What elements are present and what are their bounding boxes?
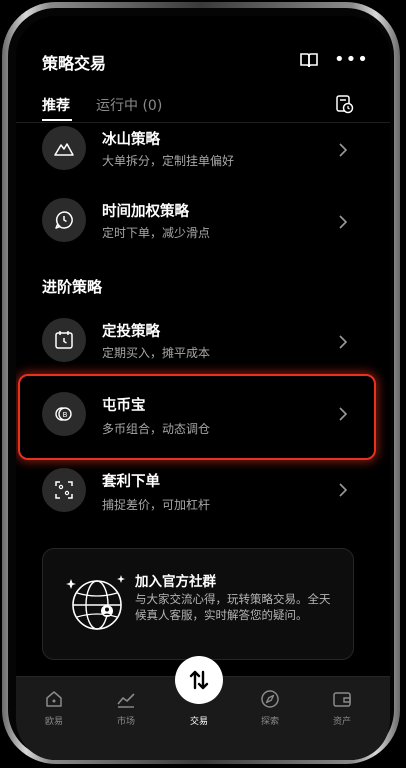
scan-icon	[42, 468, 86, 512]
strategy-twap[interactable]: 时间加权策略 定时下单，减少滑点	[16, 194, 390, 266]
clock-chat-icon	[42, 198, 86, 242]
strategy-title: 屯币宝	[102, 398, 146, 414]
strategy-subtitle: 定期买入，摊平成本	[102, 346, 211, 360]
chart-line-icon	[117, 693, 135, 708]
coin-icon: B	[42, 392, 86, 436]
section-title-advanced: 进阶策略	[42, 278, 103, 296]
strategy-subtitle: 多币组合，动态调仓	[102, 422, 211, 436]
strategy-title: 定投策略	[102, 324, 160, 340]
swap-arrows-icon	[189, 670, 209, 690]
compass-icon	[261, 690, 279, 708]
tab-trade-label: 交易	[189, 717, 208, 727]
strategy-subtitle: 捕捉差价，可加杠杆	[102, 498, 211, 512]
tab-running[interactable]: 运行中 (0)	[96, 95, 162, 115]
chevron-right-icon	[339, 483, 348, 497]
community-description: 与大家交流心得，玩转策略交易。全天候真人客服，实时解答您的疑问。	[135, 592, 331, 622]
community-title: 加入官方社群	[135, 574, 216, 590]
calendar-clock-icon	[42, 318, 86, 362]
page-title: 策略交易	[42, 54, 107, 73]
home-icon	[46, 691, 62, 707]
clock-history-icon[interactable]	[334, 94, 354, 114]
tab-market-label: 市场	[116, 717, 135, 727]
bottom-tab-bar: 欧易 市场 交易 探索 资产	[16, 656, 390, 760]
tab-home[interactable]: 欧易	[24, 677, 84, 737]
tab-home-label: 欧易	[44, 717, 63, 727]
chevron-right-icon	[339, 215, 348, 229]
strategy-subtitle: 大单拆分，定制挂单偏好	[102, 154, 235, 168]
strategy-title: 时间加权策略	[102, 204, 189, 220]
tab-assets[interactable]: 资产	[312, 677, 372, 737]
book-icon[interactable]	[300, 52, 318, 68]
globe-user-icon	[66, 575, 125, 630]
chevron-right-icon	[339, 143, 348, 157]
tab-assets-label: 资产	[332, 717, 351, 727]
tab-explore[interactable]: 探索	[240, 677, 300, 737]
strategy-title: 套利下单	[102, 474, 160, 490]
screen: 策略交易 ••• 推荐 运行中 (0) 冰山策略 大单拆分，定制挂单偏好 时间加…	[16, 16, 390, 760]
tab-trade[interactable]	[175, 656, 223, 704]
strategy-arbitrage[interactable]: 套利下单 捕捉差价，可加杠杆	[16, 468, 390, 540]
more-icon[interactable]: •••	[334, 49, 369, 70]
wallet-icon	[333, 692, 351, 707]
chevron-right-icon	[339, 407, 348, 421]
strategy-title: 冰山策略	[102, 132, 160, 148]
strategy-iceberg[interactable]: 冰山策略 大单拆分，定制挂单偏好	[16, 122, 390, 194]
tab-explore-label: 探索	[260, 717, 279, 727]
mountain-icon	[42, 126, 86, 170]
svg-text:B: B	[63, 411, 68, 419]
strategy-subtitle: 定时下单，减少滑点	[102, 226, 211, 240]
tab-market[interactable]: 市场	[96, 677, 156, 737]
community-card[interactable]: 加入官方社群 与大家交流心得，玩转策略交易。全天候真人客服，实时解答您的疑问。	[42, 548, 354, 660]
tab-recommended[interactable]: 推荐	[42, 95, 70, 115]
chevron-right-icon	[339, 335, 348, 349]
tab-active-indicator	[42, 119, 72, 121]
strategy-coin-hoard[interactable]: B 屯币宝 多币组合，动态调仓	[16, 392, 390, 464]
